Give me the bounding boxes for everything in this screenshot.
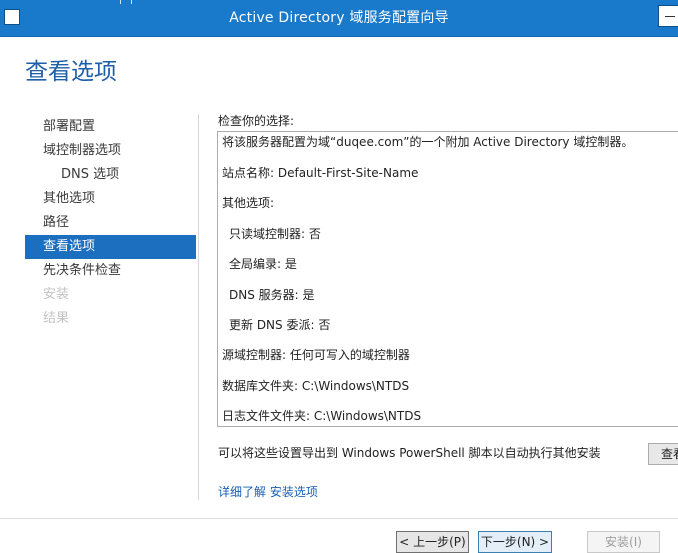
review-line-rodc: 只读域控制器: 否 xyxy=(229,227,321,241)
review-line-dns-delegation: 更新 DNS 委派: 否 xyxy=(229,318,331,332)
window-title: Active Directory 域服务配置向导 xyxy=(229,10,449,26)
review-line-site-name: 站点名称: Default-First-Site-Name xyxy=(222,166,419,180)
nav-item-additional-options[interactable]: 其他选项 xyxy=(25,187,196,211)
nav-item-dc-options[interactable]: 域控制器选项 xyxy=(25,139,196,163)
view-script-button[interactable]: 查看脚本 xyxy=(648,443,678,465)
nav-divider xyxy=(198,114,199,500)
review-line-source-dc: 源域控制器: 任何可写入的域控制器 xyxy=(222,348,410,362)
nav-item-paths[interactable]: 路径 xyxy=(25,211,196,235)
review-line-summary: 将该服务器配置为域“duqee.com”的一个附加 Active Directo… xyxy=(222,135,634,149)
review-line-additional-options: 其他选项: xyxy=(222,196,275,210)
nav-item-results: 结果 xyxy=(43,311,70,326)
review-line-dns-server: DNS 服务器: 是 xyxy=(229,288,315,302)
review-line-global-catalog: 全局编录: 是 xyxy=(229,257,297,271)
review-line-log-folder: 日志文件文件夹: C:\Windows\NTDS xyxy=(222,409,422,423)
window-control-glyph xyxy=(665,16,675,17)
footer-divider xyxy=(0,518,678,519)
nav-item-deployment-config[interactable]: 部署配置 xyxy=(25,115,196,139)
review-selections-label: 检查你的选择: xyxy=(218,114,295,128)
install-button: 安装(I) xyxy=(587,531,660,553)
review-selections-textbox[interactable]: 将该服务器配置为域“duqee.com”的一个附加 Active Directo… xyxy=(217,131,678,427)
nav-item-prerequisites-check[interactable]: 先决条件检查 xyxy=(25,259,196,283)
background-window-edge xyxy=(120,0,540,4)
nav-item-installation: 安装 xyxy=(43,287,70,302)
previous-button[interactable]: < 上一步(P) xyxy=(396,531,469,553)
wizard-nav: 部署配置 域控制器选项 DNS 选项 其他选项 路径 查看选项 先决条件检查 安… xyxy=(25,115,196,331)
page-title: 查看选项 xyxy=(25,59,117,85)
nav-item-dns-options[interactable]: DNS 选项 xyxy=(25,163,196,187)
nav-item-review-options[interactable]: 查看选项 xyxy=(25,235,196,259)
more-about-install-options-link[interactable]: 详细了解 安装选项 xyxy=(218,484,318,500)
window-control-icon[interactable] xyxy=(658,5,678,27)
review-line-database-folder: 数据库文件夹: C:\Windows\NTDS xyxy=(222,379,410,393)
next-button[interactable]: 下一步(N) > xyxy=(478,531,552,553)
background-window-mark xyxy=(120,0,132,4)
title-bar: Active Directory 域服务配置向导 xyxy=(0,0,678,37)
export-settings-text: 可以将这些设置导出到 Windows PowerShell 脚本以自动执行其他安… xyxy=(218,446,601,460)
